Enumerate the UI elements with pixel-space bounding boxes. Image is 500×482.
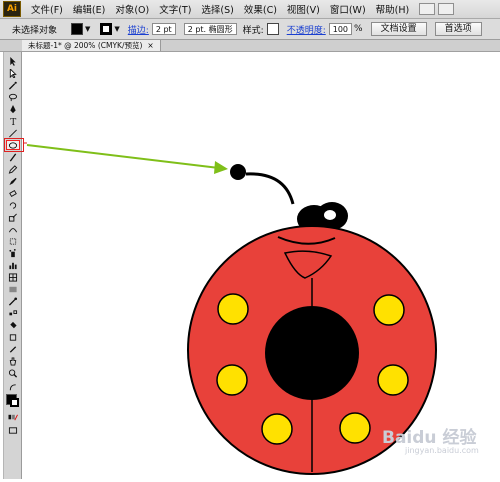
menu-edit[interactable]: 编辑(E): [73, 2, 105, 16]
menu-object[interactable]: 对象(O): [115, 2, 149, 16]
document-settings-button[interactable]: 文档设置: [370, 22, 427, 36]
style-label: 样式:: [242, 25, 264, 36]
artboard-canvas[interactable]: [23, 52, 500, 479]
zoom-tool-icon[interactable]: [6, 368, 20, 378]
fill-color-swatch[interactable]: [71, 23, 84, 35]
menu-window[interactable]: 窗口(W): [330, 2, 366, 16]
eyedropper-tool-icon[interactable]: [6, 296, 20, 306]
annotation-arrowhead-icon: [214, 161, 228, 174]
menu-select[interactable]: 选择(S): [201, 2, 233, 16]
color-mode-icons[interactable]: [6, 412, 20, 422]
scale-tool-icon[interactable]: [6, 212, 20, 222]
opacity-panel-link[interactable]: 不透明度:: [287, 23, 326, 36]
swap-colors-icon[interactable]: [6, 382, 20, 392]
menu-type[interactable]: 文字(T): [159, 2, 191, 16]
mesh-tool-icon[interactable]: [6, 272, 20, 282]
document-tab-title: 未标题-1* @ 200% (CMYK/预览): [28, 41, 143, 50]
hand-tool-icon[interactable]: [6, 356, 20, 366]
blend-tool-icon[interactable]: [6, 308, 20, 318]
spot-top-right: [373, 294, 405, 326]
eraser-tool-icon[interactable]: [6, 188, 20, 198]
symbol-sprayer-tool-icon[interactable]: [6, 248, 20, 258]
center-spot: [265, 306, 359, 400]
pencil-tool-icon[interactable]: [6, 164, 20, 174]
antenna-line: [245, 172, 295, 205]
watermark-text: Baidu 经验: [382, 428, 477, 448]
menu-bar: Ai 文件(F) 编辑(E) 对象(O) 文字(T) 选择(S) 效果(C) 视…: [0, 0, 500, 19]
stroke-panel-link[interactable]: 描边:: [128, 23, 149, 36]
opacity-unit: %: [354, 24, 363, 34]
antenna-ball: [230, 164, 246, 180]
document-tab[interactable]: 未标题-1* @ 200% (CMYK/预览) ×: [22, 40, 161, 51]
line-segment-tool-icon[interactable]: [6, 128, 20, 138]
tools-panel: T: [3, 52, 22, 479]
close-tab-icon[interactable]: ×: [147, 41, 153, 50]
type-tool-icon[interactable]: T: [6, 116, 20, 126]
warp-tool-icon[interactable]: [6, 224, 20, 234]
direct-selection-tool-icon[interactable]: [6, 68, 20, 78]
control-bar: 未选择对象 ▼ ▼ 描边: 2 pt 2 pt. 椭圆形 样式: 不透明度: 1…: [0, 19, 500, 40]
bridge-button[interactable]: [419, 3, 436, 15]
workspace-switchers: [419, 3, 455, 15]
lasso-tool-icon[interactable]: [6, 92, 20, 102]
menu-help[interactable]: 帮助(H): [376, 2, 410, 16]
menu-file[interactable]: 文件(F): [31, 2, 63, 16]
graphic-style-swatch[interactable]: [266, 23, 279, 35]
selected-tool-highlight: [4, 138, 24, 152]
spot-bottom-right: [339, 412, 371, 444]
preferences-button[interactable]: 首选项: [434, 22, 482, 36]
selection-status: 未选择对象: [12, 25, 58, 36]
screen-mode-icon[interactable]: [6, 425, 20, 435]
svg-text:T: T: [10, 118, 16, 126]
illustrator-logo-icon: Ai: [3, 1, 21, 17]
spot-mid-left: [216, 364, 248, 396]
stroke-weight-field[interactable]: 2 pt: [151, 23, 176, 35]
slice-tool-icon[interactable]: [6, 344, 20, 354]
pen-tool-icon[interactable]: [6, 104, 20, 114]
opacity-field[interactable]: 100: [328, 23, 353, 35]
stroke-dropdown-icon[interactable]: ▼: [114, 25, 119, 33]
selection-tool-icon[interactable]: [6, 56, 20, 66]
rotate-tool-icon[interactable]: [6, 200, 20, 210]
brush-profile-select[interactable]: 2 pt. 椭圆形: [183, 23, 237, 35]
spot-top-left: [217, 293, 249, 325]
right-eye-highlight: [324, 210, 336, 220]
column-graph-tool-icon[interactable]: [6, 260, 20, 270]
ladybug-artwork: [23, 142, 437, 475]
fill-stroke-indicator[interactable]: [6, 394, 20, 407]
blob-brush-tool-icon[interactable]: [6, 176, 20, 186]
arrange-documents-button[interactable]: [438, 3, 455, 15]
document-tab-bar: 未标题-1* @ 200% (CMYK/预览) ×: [0, 40, 500, 52]
menu-view[interactable]: 视图(V): [287, 2, 320, 16]
gradient-tool-icon[interactable]: [6, 284, 20, 294]
watermark-subtext: jingyan.baidu.com: [405, 446, 479, 455]
paintbrush-tool-icon[interactable]: [6, 152, 20, 162]
stroke-indicator[interactable]: [10, 398, 19, 407]
stroke-color-swatch[interactable]: [100, 23, 113, 35]
spot-mid-right: [377, 364, 409, 396]
menu-effect[interactable]: 效果(C): [244, 2, 277, 16]
artboard-tool-icon[interactable]: [6, 332, 20, 342]
fill-dropdown-icon[interactable]: ▼: [85, 25, 90, 33]
free-transform-tool-icon[interactable]: [6, 236, 20, 246]
annotation-arrow-line: [26, 144, 220, 169]
spot-bottom-left: [261, 413, 293, 445]
magic-wand-tool-icon[interactable]: [6, 80, 20, 90]
live-paint-bucket-tool-icon[interactable]: [6, 320, 20, 330]
